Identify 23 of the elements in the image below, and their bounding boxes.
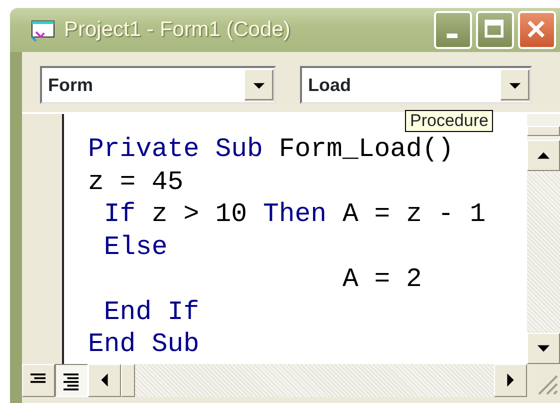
scroll-up-button[interactable] <box>527 140 560 171</box>
object-dropdown[interactable]: Form <box>40 66 276 104</box>
code-line: z = 45 <box>88 166 184 198</box>
code-line: A = 2 <box>341 263 423 296</box>
close-button[interactable] <box>518 11 556 49</box>
scroll-right-button[interactable] <box>494 364 527 397</box>
window-title: Project1 - Form1 (Code) <box>64 17 290 44</box>
procedure-dropdown[interactable]: Load <box>300 66 532 104</box>
code-line: If z > 10 Then A = z - 1 <box>102 198 487 230</box>
scroll-left-button[interactable] <box>88 364 121 397</box>
procedure-view-button[interactable] <box>22 364 55 397</box>
code-line: Else <box>102 230 169 263</box>
code-window-icon <box>30 18 56 42</box>
split-bar[interactable] <box>527 126 560 136</box>
tooltip: Procedure <box>405 110 494 132</box>
code-line: Private Sub Form_Load() <box>88 133 455 166</box>
code-line: End Sub <box>88 328 200 360</box>
maximize-button[interactable] <box>476 11 514 49</box>
scroll-down-button[interactable] <box>527 333 560 364</box>
minimize-button[interactable] <box>434 11 472 49</box>
code-line: End If <box>102 296 200 328</box>
full-module-view-button[interactable] <box>55 364 88 397</box>
scroll-thumb[interactable] <box>121 364 135 397</box>
